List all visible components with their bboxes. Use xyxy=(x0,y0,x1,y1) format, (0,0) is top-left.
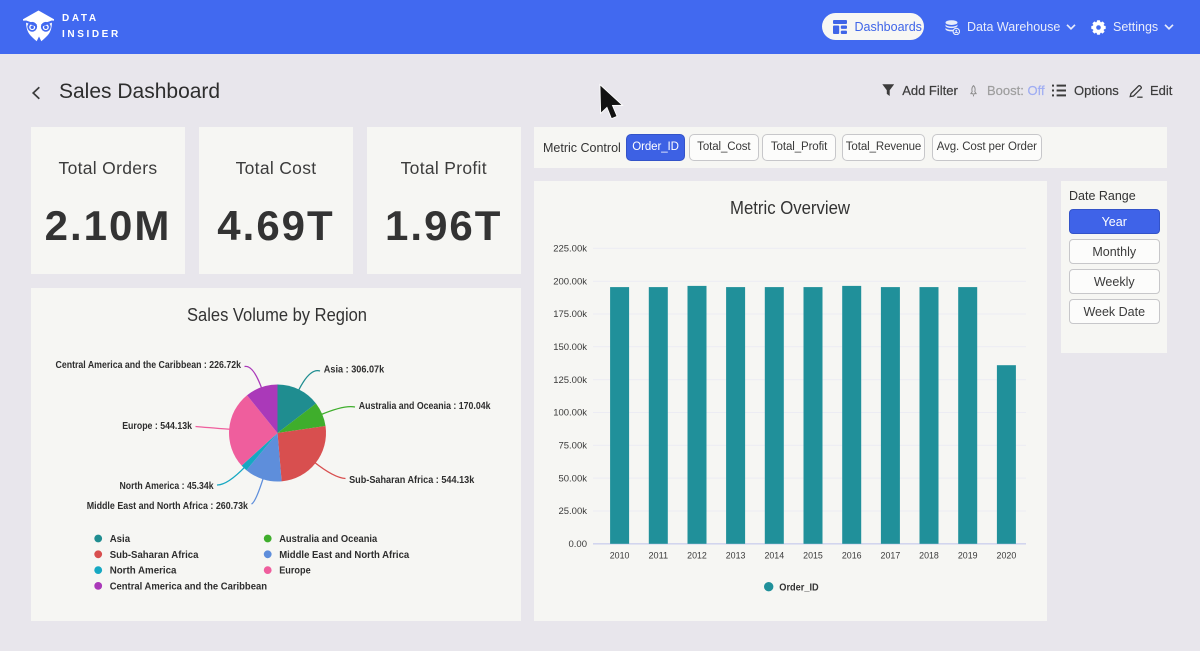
svg-text:2018: 2018 xyxy=(919,551,939,562)
svg-text:225.00k: 225.00k xyxy=(553,244,587,255)
svg-text:200.00k: 200.00k xyxy=(553,276,587,287)
svg-text:Middle East and North Africa :: Middle East and North Africa : 260.73k xyxy=(87,501,249,512)
svg-text:Asia: Asia xyxy=(110,534,131,545)
svg-text:Central America and the Caribb: Central America and the Caribbean : 226.… xyxy=(56,360,242,371)
svg-text:Europe : 544.13k: Europe : 544.13k xyxy=(122,421,192,432)
svg-text:Middle East and North Africa: Middle East and North Africa xyxy=(279,550,409,561)
svg-text:50.00k: 50.00k xyxy=(558,473,587,484)
svg-text:175.00k: 175.00k xyxy=(553,309,587,320)
svg-text:2017: 2017 xyxy=(881,551,901,562)
svg-text:2011: 2011 xyxy=(648,551,668,562)
svg-text:125.00k: 125.00k xyxy=(553,375,587,386)
svg-text:North America : 45.34k: North America : 45.34k xyxy=(120,481,214,492)
svg-text:Australia and Oceania : 170.04: Australia and Oceania : 170.04k xyxy=(359,401,491,412)
svg-text:0.00: 0.00 xyxy=(569,539,588,550)
svg-text:Sub-Saharan Africa : 544.13k: Sub-Saharan Africa : 544.13k xyxy=(349,475,475,486)
svg-text:Australia and Oceania: Australia and Oceania xyxy=(279,534,377,545)
svg-text:2012: 2012 xyxy=(687,551,707,562)
svg-text:Central America and the Caribb: Central America and the Caribbean xyxy=(110,582,267,593)
svg-text:2015: 2015 xyxy=(803,551,823,562)
svg-text:Asia : 306.07k: Asia : 306.07k xyxy=(324,365,385,376)
svg-text:2010: 2010 xyxy=(610,551,630,562)
svg-text:Europe: Europe xyxy=(279,566,311,577)
svg-text:Order_ID: Order_ID xyxy=(779,582,818,593)
svg-text:2020: 2020 xyxy=(997,551,1017,562)
svg-text:Sub-Saharan Africa: Sub-Saharan Africa xyxy=(110,550,199,561)
svg-text:Metric Overview: Metric Overview xyxy=(730,198,851,218)
svg-text:2019: 2019 xyxy=(958,551,978,562)
svg-text:150.00k: 150.00k xyxy=(553,342,587,353)
svg-text:Sales Volume by Region: Sales Volume by Region xyxy=(187,305,367,325)
svg-text:2014: 2014 xyxy=(764,551,784,562)
svg-text:75.00k: 75.00k xyxy=(558,441,587,452)
svg-text:25.00k: 25.00k xyxy=(558,506,587,517)
svg-text:100.00k: 100.00k xyxy=(553,408,587,419)
svg-text:2016: 2016 xyxy=(842,551,862,562)
svg-text:2013: 2013 xyxy=(726,551,746,562)
svg-text:North America: North America xyxy=(110,566,177,577)
